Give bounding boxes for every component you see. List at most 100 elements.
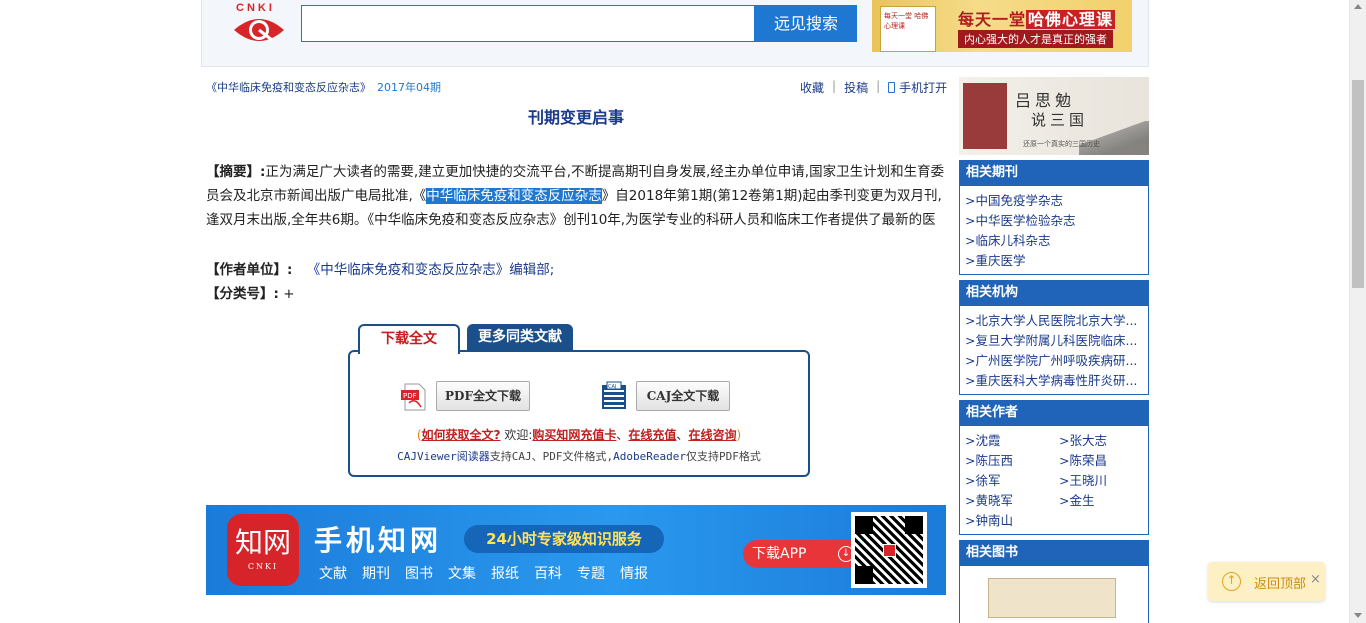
ad-title-highlight: 哈佛心理课 [1026, 10, 1116, 29]
banner-nav-item: 文献 [319, 566, 347, 582]
related-author-link[interactable]: >徐军 [965, 471, 1059, 491]
mobile-open-link[interactable]: 手机打开 [888, 79, 947, 96]
author-unit-label: 【作者单位】: [206, 262, 293, 278]
related-journal-link[interactable]: >中华医学检验杂志 [965, 211, 1142, 231]
related-institution-link[interactable]: >北京大学人民医院北京大学... [965, 311, 1142, 331]
caj-support-text: 支持CAJ、PDF文件格式, [489, 450, 614, 463]
class-number-row: 【分类号】: + [206, 282, 295, 302]
online-recharge-link[interactable]: 在线充值 [628, 428, 676, 442]
tab-download-fulltext[interactable]: 下载全文 [358, 324, 460, 354]
related-institution-link[interactable]: >重庆医科大学病毒性肝炎研... [965, 371, 1142, 391]
class-value: + [283, 286, 295, 302]
related-institution-link[interactable]: >复旦大学附属儿科医院临床... [965, 331, 1142, 351]
ad-title-prefix: 每天一堂 [958, 10, 1027, 29]
sidebar-ad-title-1: 吕思勉 [1015, 91, 1076, 110]
related-institutions-title: 相关机构 [960, 280, 1148, 306]
abstract-label: 【摘要】: [206, 164, 266, 180]
tab-more-similar[interactable]: 更多同类文献 [467, 324, 573, 350]
download-app-button[interactable]: 下载APP ↓ [743, 540, 862, 568]
close-icon[interactable]: × [1310, 572, 1321, 587]
related-journals-title: 相关期刊 [960, 160, 1148, 186]
reader-note: CAJViewer阅读器支持CAJ、PDF文件格式,AdobeReader仅支持… [350, 448, 808, 464]
cnki-logo[interactable]: CNKI [230, 2, 290, 48]
header-ad-banner[interactable]: 每天一堂 哈佛心理课 每天一堂 哈佛心理课 内心强大的人才是真正的强者 [872, 0, 1132, 52]
author-unit-row: 【作者单位】: 《中华临床免疫和变态反应杂志》编辑部; [206, 258, 554, 278]
download-app-label: 下载APP [752, 546, 807, 562]
banner-nav-item: 期刊 [362, 566, 390, 582]
search-input[interactable] [301, 5, 755, 42]
banner-nav-item: 情报 [620, 566, 648, 582]
related-author-link[interactable]: >沈霞 [965, 431, 1059, 451]
separator: 、 [616, 428, 629, 442]
author-unit-link[interactable]: 《中华临床免疫和变态反应杂志》编辑部; [307, 262, 555, 278]
ad-title: 每天一堂 哈佛心理课 [958, 6, 1116, 30]
separator: 、 [676, 428, 689, 442]
banner-nav-item: 专题 [577, 566, 605, 582]
related-author-link[interactable]: >金生 [1059, 491, 1149, 511]
book-cover-image [963, 83, 1007, 149]
scroll-up-arrow-icon[interactable] [1354, 4, 1362, 9]
adobereader-link[interactable]: AdobeReader [613, 450, 686, 463]
sidebar-ad-banner[interactable]: 吕思勉 说三国 还原一个真实的三国历史 [959, 77, 1149, 155]
related-authors-title: 相关作者 [960, 400, 1148, 426]
phone-icon [888, 82, 896, 93]
download-panel: PDF PDF全文下载 CAJ CAJ全文下载 (如何获取全文? 欢迎:购买知网… [348, 350, 810, 477]
banner-slogan: 24小时专家级知识服务 [464, 525, 664, 553]
ad-subtitle: 内心强大的人才是真正的强者 [958, 30, 1113, 48]
welcome-text: 欢迎: [504, 428, 533, 442]
pdf-file-icon: PDF [401, 383, 426, 411]
buy-card-link[interactable]: 购买知网充值卡 [532, 428, 616, 442]
related-books-panel: 相关图书 [959, 540, 1149, 623]
cajviewer-link[interactable]: CAJViewer阅读器 [397, 450, 490, 463]
mobile-open-label: 手机打开 [899, 81, 948, 95]
banner-nav-item: 百科 [534, 566, 562, 582]
article-actions: 收藏 | 投稿 | 手机打开 [800, 79, 947, 96]
related-journal-link[interactable]: >重庆医学 [965, 251, 1142, 271]
cnki-app-logo: 知网 CNKI [227, 514, 299, 586]
vertical-scrollbar[interactable] [1349, 0, 1366, 623]
back-to-top-button[interactable]: 返回顶部 [1254, 573, 1306, 592]
related-journal-link[interactable]: >临床儿科杂志 [965, 231, 1142, 251]
journal-name-link[interactable]: 《中华临床免疫和变态反应杂志》 [206, 81, 371, 94]
related-journals-panel: 相关期刊 >中国免疫学杂志 >中华医学检验杂志 >临床儿科杂志 >重庆医学 [959, 160, 1149, 275]
scroll-thumb[interactable] [1352, 80, 1364, 288]
book-thumbnail[interactable] [988, 578, 1116, 618]
article-abstract: 【摘要】:正为满足广大读者的需要,建立更加快捷的交流平台,不断提高期刊自身发展,… [206, 160, 946, 232]
svg-text:PDF: PDF [403, 392, 417, 400]
related-author-link[interactable]: >陈荣昌 [1059, 451, 1149, 471]
adobe-support-text: 仅支持PDF格式 [685, 450, 761, 463]
banner-nav-item: 报纸 [491, 566, 519, 582]
article-title: 刊期变更启事 [527, 108, 624, 127]
svg-text:CAJ: CAJ [608, 384, 616, 390]
logo-text: CNKI [236, 2, 275, 14]
up-arrow-icon[interactable]: ↑ [1222, 572, 1241, 591]
related-author-link[interactable]: >王晓川 [1059, 471, 1149, 491]
related-journal-link[interactable]: >中国免疫学杂志 [965, 191, 1142, 211]
banner-title: 手机知网 [314, 524, 443, 557]
related-author-link[interactable]: >钟南山 [965, 511, 1059, 531]
how-to-get-fulltext-link[interactable]: 如何获取全文? [422, 428, 501, 442]
related-institution-link[interactable]: >广州医学院广州呼吸疾病研... [965, 351, 1142, 371]
journal-issue-link[interactable]: 2017年04期 [377, 81, 441, 94]
site-header: CNKI 远见搜索 每天一堂 哈佛心理课 每天一堂 哈佛心理课 内心强大的人才是真… [201, 0, 1149, 67]
banner-nav-item: 图书 [405, 566, 433, 582]
banner-nav-item: 文集 [448, 566, 476, 582]
favorite-link[interactable]: 收藏 [800, 79, 824, 96]
related-author-link[interactable]: >张大志 [1059, 431, 1149, 451]
search-button[interactable]: 远见搜索 [755, 5, 857, 42]
pdf-download-button[interactable]: PDF全文下载 [436, 381, 530, 411]
related-author-link[interactable]: >黄晓军 [965, 491, 1059, 511]
mountain-decoration [1079, 121, 1149, 155]
related-author-link[interactable]: >陈压西 [965, 451, 1059, 471]
related-institutions-panel: 相关机构 >北京大学人民医院北京大学... >复旦大学附属儿科医院临床... >… [959, 280, 1149, 395]
journal-info: 《中华临床免疫和变态反应杂志》 2017年04期 [206, 79, 441, 95]
mobile-cnki-banner[interactable]: 知网 CNKI 手机知网 24小时专家级知识服务 文献 期刊 图书 文集 报纸 … [206, 505, 946, 595]
related-authors-panel: 相关作者 >沈霞 >张大志 >陈压西 >陈荣昌 >徐军 >王晓川 >黄晓军 >金… [959, 400, 1149, 535]
submit-link[interactable]: 投稿 [844, 79, 868, 96]
divider: | [832, 79, 837, 93]
online-consult-link[interactable]: 在线咨询 [688, 428, 736, 442]
paren-close: ) [736, 428, 742, 442]
caj-download-button[interactable]: CAJ全文下载 [636, 381, 730, 411]
scroll-down-arrow-icon[interactable] [1354, 613, 1362, 618]
back-to-top-widget: ↑ 返回顶部 × [1208, 562, 1325, 601]
